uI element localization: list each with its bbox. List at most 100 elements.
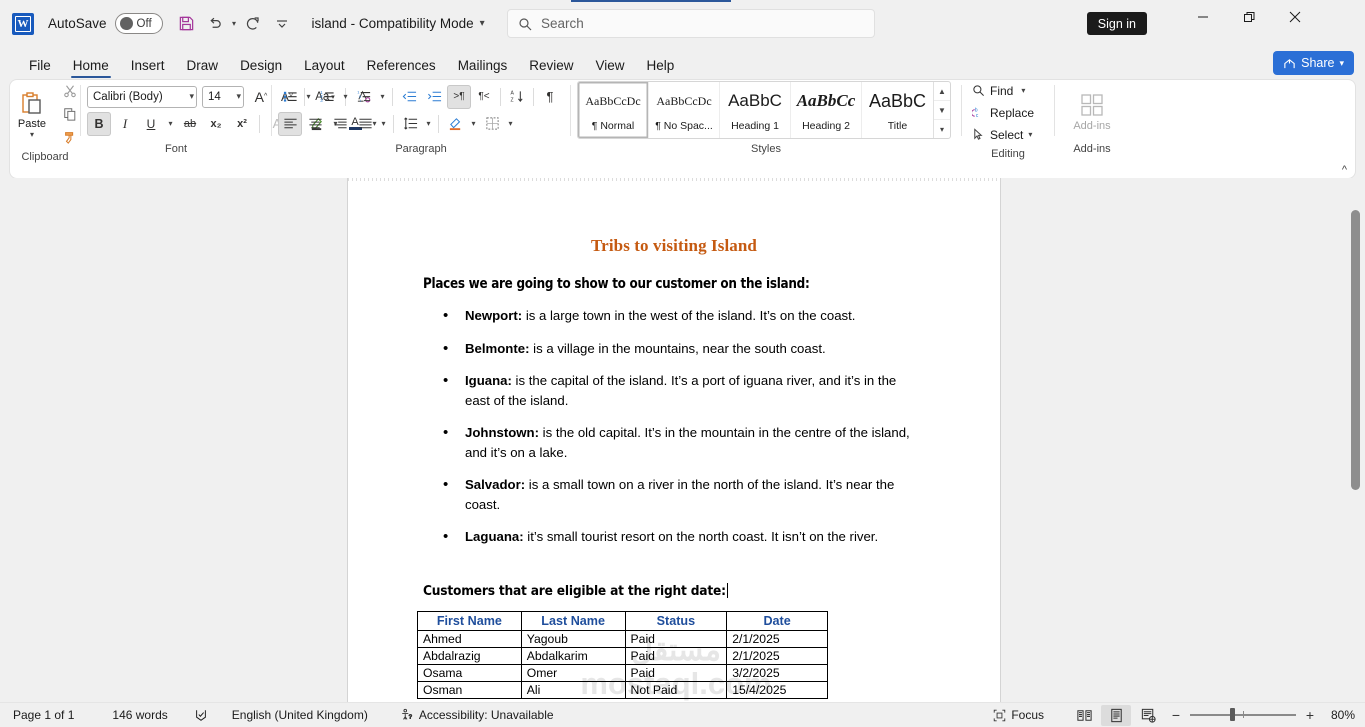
close-button[interactable] — [1272, 0, 1318, 34]
find-chevron-down-icon[interactable]: ▾ — [1021, 86, 1025, 95]
shading-icon[interactable] — [443, 112, 467, 136]
copy-button[interactable] — [58, 103, 82, 125]
search-box[interactable] — [507, 9, 875, 38]
status-word-count[interactable]: 146 words — [103, 705, 176, 726]
zoom-handle[interactable] — [1230, 708, 1235, 722]
minimize-button[interactable] — [1180, 0, 1226, 34]
justify-icon[interactable] — [353, 112, 377, 136]
font-name-combobox[interactable]: Calibri (Body) ▾ — [87, 85, 197, 108]
format-painter-button[interactable] — [58, 126, 82, 148]
undo-dropdown-arrow[interactable]: ▾ — [229, 19, 240, 28]
bullets-icon[interactable] — [278, 85, 302, 109]
tab-review[interactable]: Review — [518, 54, 584, 80]
multilevel-chevron-down-icon[interactable]: ▾ — [377, 92, 388, 101]
share-chevron-down-icon[interactable]: ▾ — [1339, 58, 1344, 69]
read-mode-icon[interactable] — [1069, 705, 1099, 726]
underline-chevron-down-icon[interactable]: ▾ — [165, 119, 176, 128]
status-accessibility[interactable]: ? Accessibility: Unavailable — [391, 705, 563, 726]
status-page-number[interactable]: Page 1 of 1 — [4, 705, 83, 726]
ltr-text-direction-icon[interactable]: >¶ — [447, 84, 471, 109]
styles-scroll-up-icon[interactable]: ▲ — [934, 82, 950, 101]
autosave-toggle[interactable]: Off — [114, 13, 163, 34]
addins-button[interactable]: Add-ins — [1064, 88, 1120, 132]
restore-button[interactable] — [1226, 0, 1272, 34]
undo-icon[interactable] — [201, 10, 229, 38]
tab-home[interactable]: Home — [62, 54, 120, 80]
style-heading-1[interactable]: AaBbC Heading 1 — [720, 82, 791, 138]
line-spacing-icon[interactable] — [398, 112, 422, 136]
style-normal[interactable]: AaBbCcDc ¶ Normal — [578, 82, 649, 138]
tab-insert[interactable]: Insert — [120, 54, 176, 80]
document-title[interactable]: island - Compatibility Mode ▾ — [312, 16, 485, 31]
font-size-chevron-down-icon[interactable]: ▾ — [234, 91, 241, 102]
align-right-icon[interactable] — [328, 112, 352, 136]
font-size-combobox[interactable]: 14 ▾ — [202, 85, 244, 108]
increase-indent-icon[interactable] — [422, 85, 446, 109]
increase-font-size-icon[interactable]: A ^ — [249, 85, 273, 109]
tab-view[interactable]: View — [584, 54, 635, 80]
style-heading-2[interactable]: AaBbCc Heading 2 — [791, 82, 862, 138]
zoom-track[interactable] — [1190, 708, 1296, 722]
web-layout-icon[interactable] — [1133, 705, 1163, 726]
share-button[interactable]: Share ▾ — [1273, 51, 1354, 75]
show-formatting-marks-icon[interactable]: ¶ — [538, 85, 562, 109]
select-chevron-down-icon[interactable]: ▾ — [1028, 130, 1032, 139]
save-icon[interactable] — [173, 10, 201, 38]
search-input[interactable] — [541, 16, 841, 31]
line-spacing-chevron-down-icon[interactable]: ▾ — [423, 119, 434, 128]
customize-quick-access-toolbar-icon[interactable] — [268, 10, 296, 38]
tab-references[interactable]: References — [356, 54, 447, 80]
focus-mode-button[interactable]: Focus — [984, 705, 1053, 726]
superscript-button[interactable]: x² — [230, 112, 254, 136]
redo-icon[interactable] — [240, 10, 268, 38]
shading-chevron-down-icon[interactable]: ▾ — [468, 119, 479, 128]
proofing-errors-icon[interactable] — [185, 705, 217, 726]
styles-scroll-down-icon[interactable]: ▼ — [934, 101, 950, 120]
document-title-chevron-down-icon[interactable]: ▾ — [480, 18, 485, 29]
subscript-button[interactable]: x₂ — [204, 112, 228, 136]
tab-layout[interactable]: Layout — [293, 54, 356, 80]
decrease-indent-icon[interactable] — [397, 85, 421, 109]
select-button[interactable]: Select ▾ — [968, 124, 1038, 145]
cut-button[interactable] — [58, 80, 82, 102]
paste-chevron-down-icon[interactable]: ▾ — [30, 130, 34, 139]
align-center-icon[interactable] — [303, 112, 327, 136]
sort-icon[interactable]: AZ — [505, 85, 529, 109]
tab-mailings[interactable]: Mailings — [447, 54, 519, 80]
zoom-out-button[interactable]: − — [1169, 707, 1183, 723]
customers-table[interactable]: First Name Last Name Status Date Ahmed Y… — [417, 610, 828, 699]
strikethrough-button[interactable]: ab — [178, 112, 202, 136]
font-name-chevron-down-icon[interactable]: ▾ — [187, 91, 194, 102]
status-language[interactable]: English (United Kingdom) — [223, 705, 377, 726]
document-page[interactable]: Tribs to visiting Island Places we are g… — [348, 178, 1000, 702]
zoom-slider[interactable]: − + — [1169, 707, 1317, 723]
print-layout-icon[interactable] — [1101, 704, 1131, 726]
bold-button[interactable]: B — [87, 111, 111, 136]
tab-design[interactable]: Design — [229, 54, 293, 80]
borders-chevron-down-icon[interactable]: ▾ — [505, 119, 516, 128]
style-no-spacing[interactable]: AaBbCcDc ¶ No Spac... — [649, 82, 720, 138]
bullets-chevron-down-icon[interactable]: ▾ — [303, 92, 314, 101]
numbering-icon[interactable]: 123 — [315, 85, 339, 109]
tab-draw[interactable]: Draw — [176, 54, 230, 80]
tab-help[interactable]: Help — [636, 54, 686, 80]
underline-button[interactable]: U — [139, 112, 163, 136]
align-left-icon[interactable] — [278, 111, 302, 136]
style-title[interactable]: AaBbC Title — [862, 82, 933, 138]
zoom-level-label[interactable]: 80% — [1325, 708, 1359, 722]
replace-button[interactable]: bc Replace — [968, 102, 1038, 123]
find-button[interactable]: Find ▾ — [968, 80, 1038, 101]
italic-button[interactable]: I — [113, 112, 137, 136]
collapse-ribbon-icon[interactable]: ^ — [1342, 164, 1347, 176]
paste-button[interactable]: Paste ▾ — [8, 89, 56, 139]
sign-in-button[interactable]: Sign in — [1086, 12, 1147, 35]
multilevel-list-icon[interactable]: 1ai — [352, 85, 376, 109]
align-chevron-down-icon[interactable]: ▾ — [378, 119, 389, 128]
styles-more-icon[interactable]: ▾ — [934, 120, 950, 138]
vertical-scrollbar[interactable] — [1350, 182, 1361, 698]
numbering-chevron-down-icon[interactable]: ▾ — [340, 92, 351, 101]
tab-file[interactable]: File — [18, 54, 62, 80]
vertical-scrollbar-thumb[interactable] — [1351, 210, 1360, 490]
borders-icon[interactable] — [480, 112, 504, 136]
zoom-in-button[interactable]: + — [1303, 707, 1317, 723]
